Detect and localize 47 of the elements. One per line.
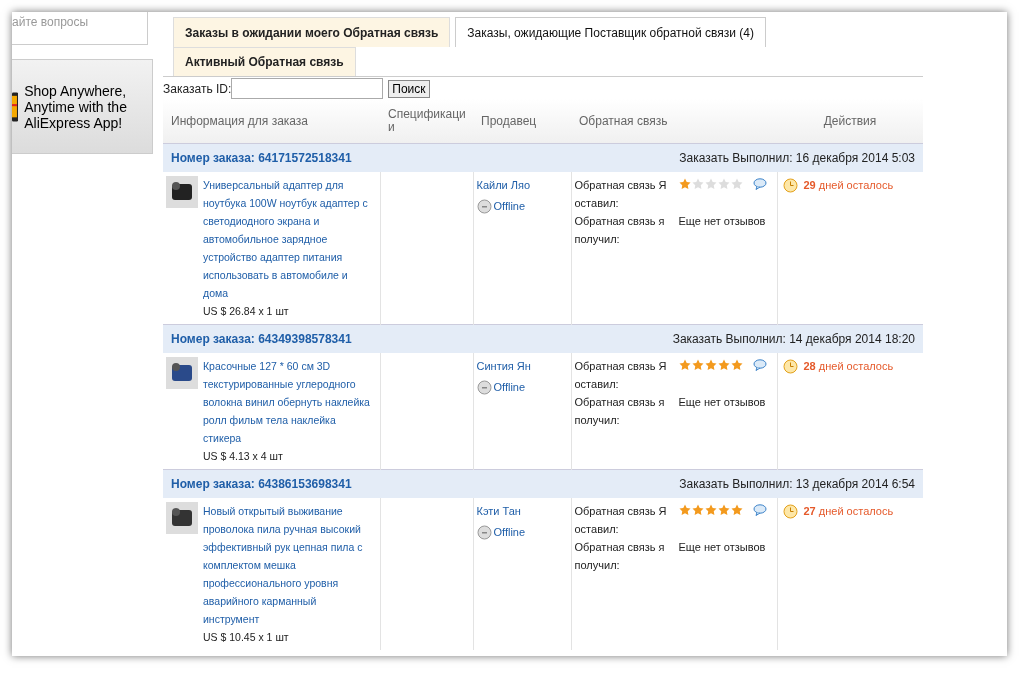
feedback-label: Обратная связь я получил:: [574, 395, 666, 428]
feedback-label: Обратная связь я получил:: [574, 214, 666, 247]
chat-status-icon: [476, 198, 492, 214]
tab[interactable]: Заказы в ожидании моего Обратная связь: [173, 17, 451, 47]
comment-icon[interactable]: [752, 359, 767, 371]
feedback-text: Еще нет отзывов: [678, 214, 767, 229]
seller-link[interactable]: Кайли Ляо: [476, 179, 531, 191]
question-text: айте вопросы: [12, 15, 89, 29]
feedback-label: Обратная связь Я оставил:: [574, 504, 668, 537]
app-promo-banner[interactable]: Shop Anywhere, Anytime with the AliExpress App!: [12, 59, 153, 154]
product-link[interactable]: Красочные 127 * 60 см 3D текстурированные углеродного волокна винил обернуть наклейка ролл фильм тела наклейка стикера: [203, 357, 371, 447]
days-remaining: 27 дней осталось: [803, 504, 894, 519]
chat-status-icon: [476, 524, 492, 540]
order-number-link[interactable]: Номер заказа: 64349398578341: [171, 332, 352, 346]
clock-icon: [782, 177, 798, 193]
days-remaining: 29 дней осталось: [803, 178, 894, 193]
status-text: Offline: [493, 199, 526, 214]
feedback-label: Обратная связь Я оставил:: [574, 359, 668, 392]
feedback-text: Еще нет отзывов: [678, 395, 767, 410]
search-button[interactable]: Поиск: [388, 79, 430, 98]
order-id-field[interactable]: [231, 78, 384, 99]
clock-icon: [782, 358, 798, 374]
feedback-label: Обратная связь Я оставил:: [574, 178, 668, 211]
order-number-link[interactable]: Номер заказа: 64386153698341: [171, 477, 352, 491]
comment-icon[interactable]: [752, 178, 767, 190]
chat-status-icon: [476, 379, 492, 395]
price-text: US $ 10.45 x 1 шт: [203, 630, 290, 645]
completion-date: Заказать Выполнил: 16 декабря 2014 5:03: [679, 151, 915, 165]
tab[interactable]: Активный Обратная связь: [173, 47, 356, 76]
product-link[interactable]: Новый открытый выживание проволока пила ручная высокий эффективный рук цепная пила с комплектом мешка профессионального уровня аварийного карманный инструмент: [203, 502, 371, 628]
days-remaining: 28 дней осталось: [803, 359, 894, 374]
seller-link[interactable]: Кэти Тан: [476, 505, 521, 517]
status-text: Offline: [493, 525, 526, 540]
comment-icon[interactable]: [752, 504, 767, 516]
order-number-link[interactable]: Номер заказа: 64171572518341: [171, 151, 352, 165]
feedback-text: Еще нет отзывов: [678, 540, 767, 555]
price-text: US $ 4.13 x 4 шт: [203, 449, 284, 464]
order-id-label: Заказать ID:: [163, 81, 232, 96]
seller-link[interactable]: Синтия Ян: [476, 360, 531, 372]
completion-date: Заказать Выполнил: 13 декабря 2014 6:54: [679, 477, 915, 491]
price-text: US $ 26.84 x 1 шт: [203, 304, 290, 319]
clock-icon: [782, 503, 798, 519]
tab[interactable]: Заказы, ожидающие Поставщик обратной связи (4): [455, 17, 766, 47]
status-text: Offline: [493, 380, 526, 395]
completion-date: Заказать Выполнил: 14 декабря 2014 18:20: [672, 332, 915, 346]
product-link[interactable]: Универсальный адаптер для ноутбука 100W ноутбук адаптер с светодиодного экрана и автомобильное зарядное устройство адаптер питания использовать в автомобиле и дома: [203, 176, 371, 302]
feedback-label: Обратная связь я получил:: [574, 540, 666, 573]
